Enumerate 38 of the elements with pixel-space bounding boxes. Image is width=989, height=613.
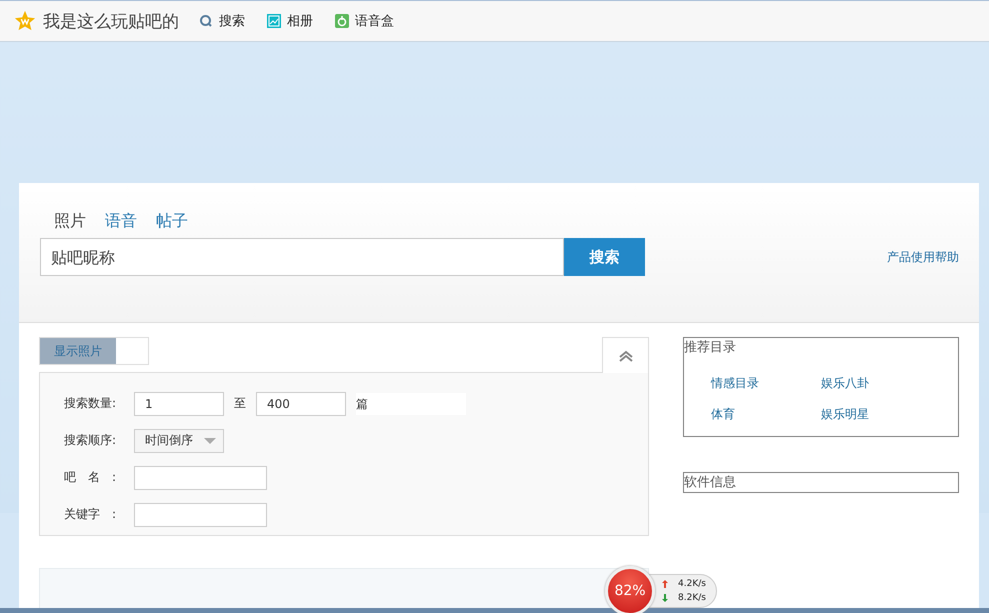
search-tab[interactable]: 照片 <box>54 211 86 232</box>
collapse-button[interactable] <box>602 337 649 373</box>
upload-speed: 4.2K/s <box>678 579 706 589</box>
search-field[interactable]: 贴吧昵称 <box>40 238 564 276</box>
panel-title: 软件信息 <box>684 474 736 491</box>
unit-label: 篇 <box>356 392 466 414</box>
picture-frame-icon <box>267 14 281 28</box>
double-chevron-up-icon <box>618 350 634 362</box>
search-tab[interactable]: 帖子 <box>156 211 188 232</box>
microphone-badge-icon <box>335 14 349 28</box>
field-label: 搜索顺序: <box>64 432 118 449</box>
search-button[interactable]: 搜索 <box>564 238 645 276</box>
up-arrow-icon <box>662 580 668 588</box>
down-arrow-icon <box>662 594 668 602</box>
nav-link[interactable]: 语音盒 <box>335 12 394 30</box>
order-dropdown[interactable]: 时间倒序 <box>134 428 224 452</box>
category-link[interactable]: 娱乐明星 <box>821 406 931 423</box>
keyword-field[interactable] <box>134 502 267 526</box>
panel-title: 推荐目录 <box>684 339 736 356</box>
category-link[interactable]: 体育 <box>711 406 821 423</box>
nav-link[interactable]: 搜索 <box>199 12 245 30</box>
field-label: 搜索数量: <box>64 395 118 412</box>
count-from-field[interactable]: 1 <box>134 392 224 416</box>
range-separator: 至 <box>234 395 246 412</box>
category-link[interactable]: 娱乐八卦 <box>821 375 931 392</box>
download-speed: 8.2K/s <box>678 593 706 603</box>
help-link[interactable]: 产品使用帮助 <box>887 248 959 266</box>
caret-icon <box>204 438 216 444</box>
bar-name-field[interactable] <box>134 466 267 490</box>
count-to-field[interactable]: 400 <box>256 392 346 416</box>
nav-link[interactable]: 相册 <box>267 12 313 30</box>
field-label: 关键字 : <box>64 506 118 523</box>
category-link[interactable]: 情感目录 <box>711 375 821 392</box>
app-title: 我是这么玩贴吧的 <box>43 10 179 32</box>
search-tab[interactable]: 语音 <box>105 211 137 232</box>
star-logo-icon <box>14 10 36 32</box>
field-label: 吧 名 : <box>64 469 118 486</box>
search-icon <box>199 14 213 28</box>
